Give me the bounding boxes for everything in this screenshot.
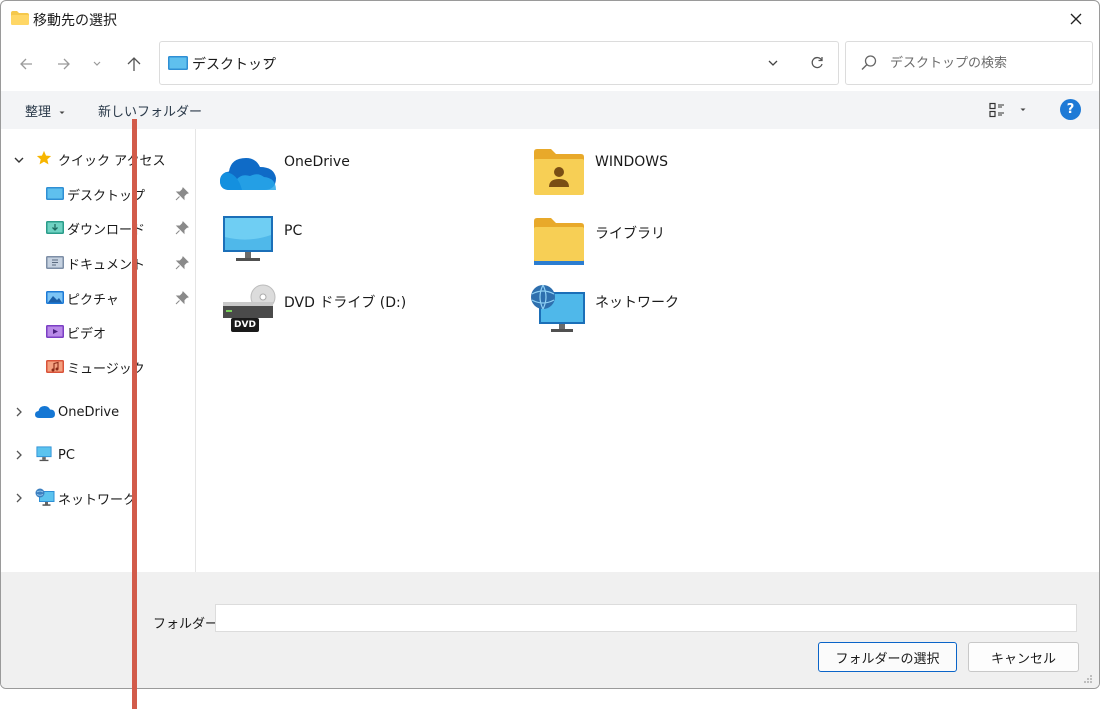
pin-icon[interactable] (175, 291, 189, 305)
content-item-user-folder[interactable]: WINDOWS (529, 146, 829, 206)
tree-item-network[interactable]: ネットワーク (1, 485, 195, 511)
search-box[interactable] (845, 41, 1093, 85)
music-folder-icon (46, 360, 64, 373)
pc-monitor-icon (223, 216, 273, 261)
network-icon (35, 488, 55, 506)
folder-field[interactable] (215, 604, 1077, 632)
up-button[interactable] (121, 51, 147, 77)
arrow-left-icon (20, 58, 32, 70)
forward-button[interactable] (51, 51, 77, 77)
content-pane: OneDrive WINDOWS PC ライブラリ DVD DVD ドライブ (… (196, 129, 1099, 572)
content-item-label: PC (284, 223, 303, 239)
tree-item-music[interactable]: ミュージック (1, 354, 195, 380)
pictures-folder-icon (46, 291, 64, 304)
chevron-down-icon (93, 61, 101, 66)
view-options-button[interactable] (989, 99, 1033, 121)
content-item-library[interactable]: ライブラリ (529, 215, 829, 275)
address-separator[interactable]: › (264, 54, 270, 70)
recent-locations-button[interactable] (87, 51, 107, 77)
onedrive-cloud-icon (220, 158, 276, 190)
tree-item-pictures[interactable]: ピクチャ (1, 285, 195, 311)
command-toolbar: 整理 新しいフォルダー ? (1, 91, 1099, 129)
network-icon (531, 284, 585, 332)
title-bar: 移動先の選択 (1, 1, 1099, 37)
content-item-onedrive[interactable]: OneDrive (218, 146, 518, 206)
resize-grip-icon[interactable] (1083, 674, 1093, 684)
tree-item-label: ビデオ (67, 326, 107, 342)
desktop-folder-icon (168, 56, 188, 70)
tree-item-label: PC (58, 447, 75, 463)
arrow-up-icon (127, 57, 141, 71)
content-item-network[interactable]: ネットワーク (529, 284, 829, 344)
content-item-label: WINDOWS (595, 154, 668, 170)
organize-label: 整理 (25, 105, 52, 120)
address-history-button[interactable] (760, 50, 786, 76)
arrow-right-icon (58, 58, 70, 70)
tree-item-onedrive[interactable]: OneDrive (1, 399, 195, 425)
tree-item-label: ピクチャ (67, 292, 119, 308)
annotation-pointer-line (132, 119, 137, 709)
content-item-pc[interactable]: PC (218, 215, 518, 275)
desktop-folder-icon (46, 187, 64, 200)
new-folder-button[interactable]: 新しいフォルダー (98, 101, 202, 120)
help-button[interactable]: ? (1060, 99, 1081, 120)
star-icon (36, 150, 52, 165)
dvd-badge: DVD (234, 320, 256, 330)
close-button[interactable] (1053, 1, 1099, 37)
address-bar[interactable]: デスクトップ › (159, 41, 839, 85)
view-list-icon (989, 102, 1004, 118)
tree-item-desktop[interactable]: デスクトップ (1, 181, 195, 207)
chevron-right-icon (16, 493, 22, 503)
tree-item-videos[interactable]: ビデオ (1, 319, 195, 345)
navigation-bar: デスクトップ › (1, 37, 1099, 91)
tree-item-label: クイック アクセス (58, 153, 166, 169)
content-item-label: DVD ドライブ (D:) (284, 295, 407, 311)
user-folder-icon (534, 149, 584, 195)
search-input[interactable] (890, 52, 1080, 74)
navigation-pane: クイック アクセス デスクトップ ダウンロード ドキュメント ピクチャ ビデオ … (1, 129, 196, 572)
refresh-button[interactable] (804, 50, 830, 76)
download-folder-icon (46, 221, 64, 234)
chevron-down-icon (14, 157, 24, 163)
chevron-down-icon (768, 60, 778, 66)
pc-monitor-icon (36, 446, 52, 462)
onedrive-cloud-icon (35, 406, 55, 418)
tree-item-label: ネットワーク (58, 492, 137, 508)
organize-menu-button[interactable]: 整理 (25, 101, 66, 120)
tree-item-pc[interactable]: PC (1, 442, 195, 468)
tree-item-downloads[interactable]: ダウンロード (1, 215, 195, 241)
cancel-button[interactable]: キャンセル (968, 642, 1079, 672)
window-title: 移動先の選択 (33, 13, 117, 29)
tree-item-documents[interactable]: ドキュメント (1, 250, 195, 276)
tree-item-label: OneDrive (58, 404, 120, 420)
dialog-footer: フォルダー: フォルダーの選択 キャンセル (1, 572, 1099, 688)
tree-item-quick-access[interactable]: クイック アクセス (1, 146, 195, 172)
content-item-dvd-drive[interactable]: DVD DVD ドライブ (D:) (218, 284, 518, 344)
select-folder-button[interactable]: フォルダーの選択 (818, 642, 957, 672)
dvd-drive-icon (223, 284, 276, 332)
caret-down-icon (1020, 108, 1026, 111)
folder-picker-dialog: 移動先の選択 デスクトップ › デスクトップの検索 整理 新しいフォルダー ? … (0, 0, 1100, 689)
documents-folder-icon (46, 256, 64, 269)
close-icon (1070, 13, 1082, 25)
videos-folder-icon (46, 325, 64, 338)
folder-icon (11, 11, 29, 25)
caret-down-icon (59, 111, 65, 114)
chevron-right-icon (16, 450, 22, 460)
pin-icon[interactable] (175, 256, 189, 270)
content-item-label: OneDrive (284, 154, 350, 170)
refresh-icon (811, 56, 823, 69)
folder-field-label: フォルダー: (153, 617, 223, 632)
content-item-label: ライブラリ (595, 226, 665, 242)
back-button[interactable] (13, 51, 39, 77)
pin-icon[interactable] (175, 221, 189, 235)
search-icon (861, 55, 877, 70)
chevron-right-icon (16, 407, 22, 417)
content-item-label: ネットワーク (595, 295, 679, 311)
pin-icon[interactable] (175, 187, 189, 201)
library-folder-icon (534, 218, 584, 265)
